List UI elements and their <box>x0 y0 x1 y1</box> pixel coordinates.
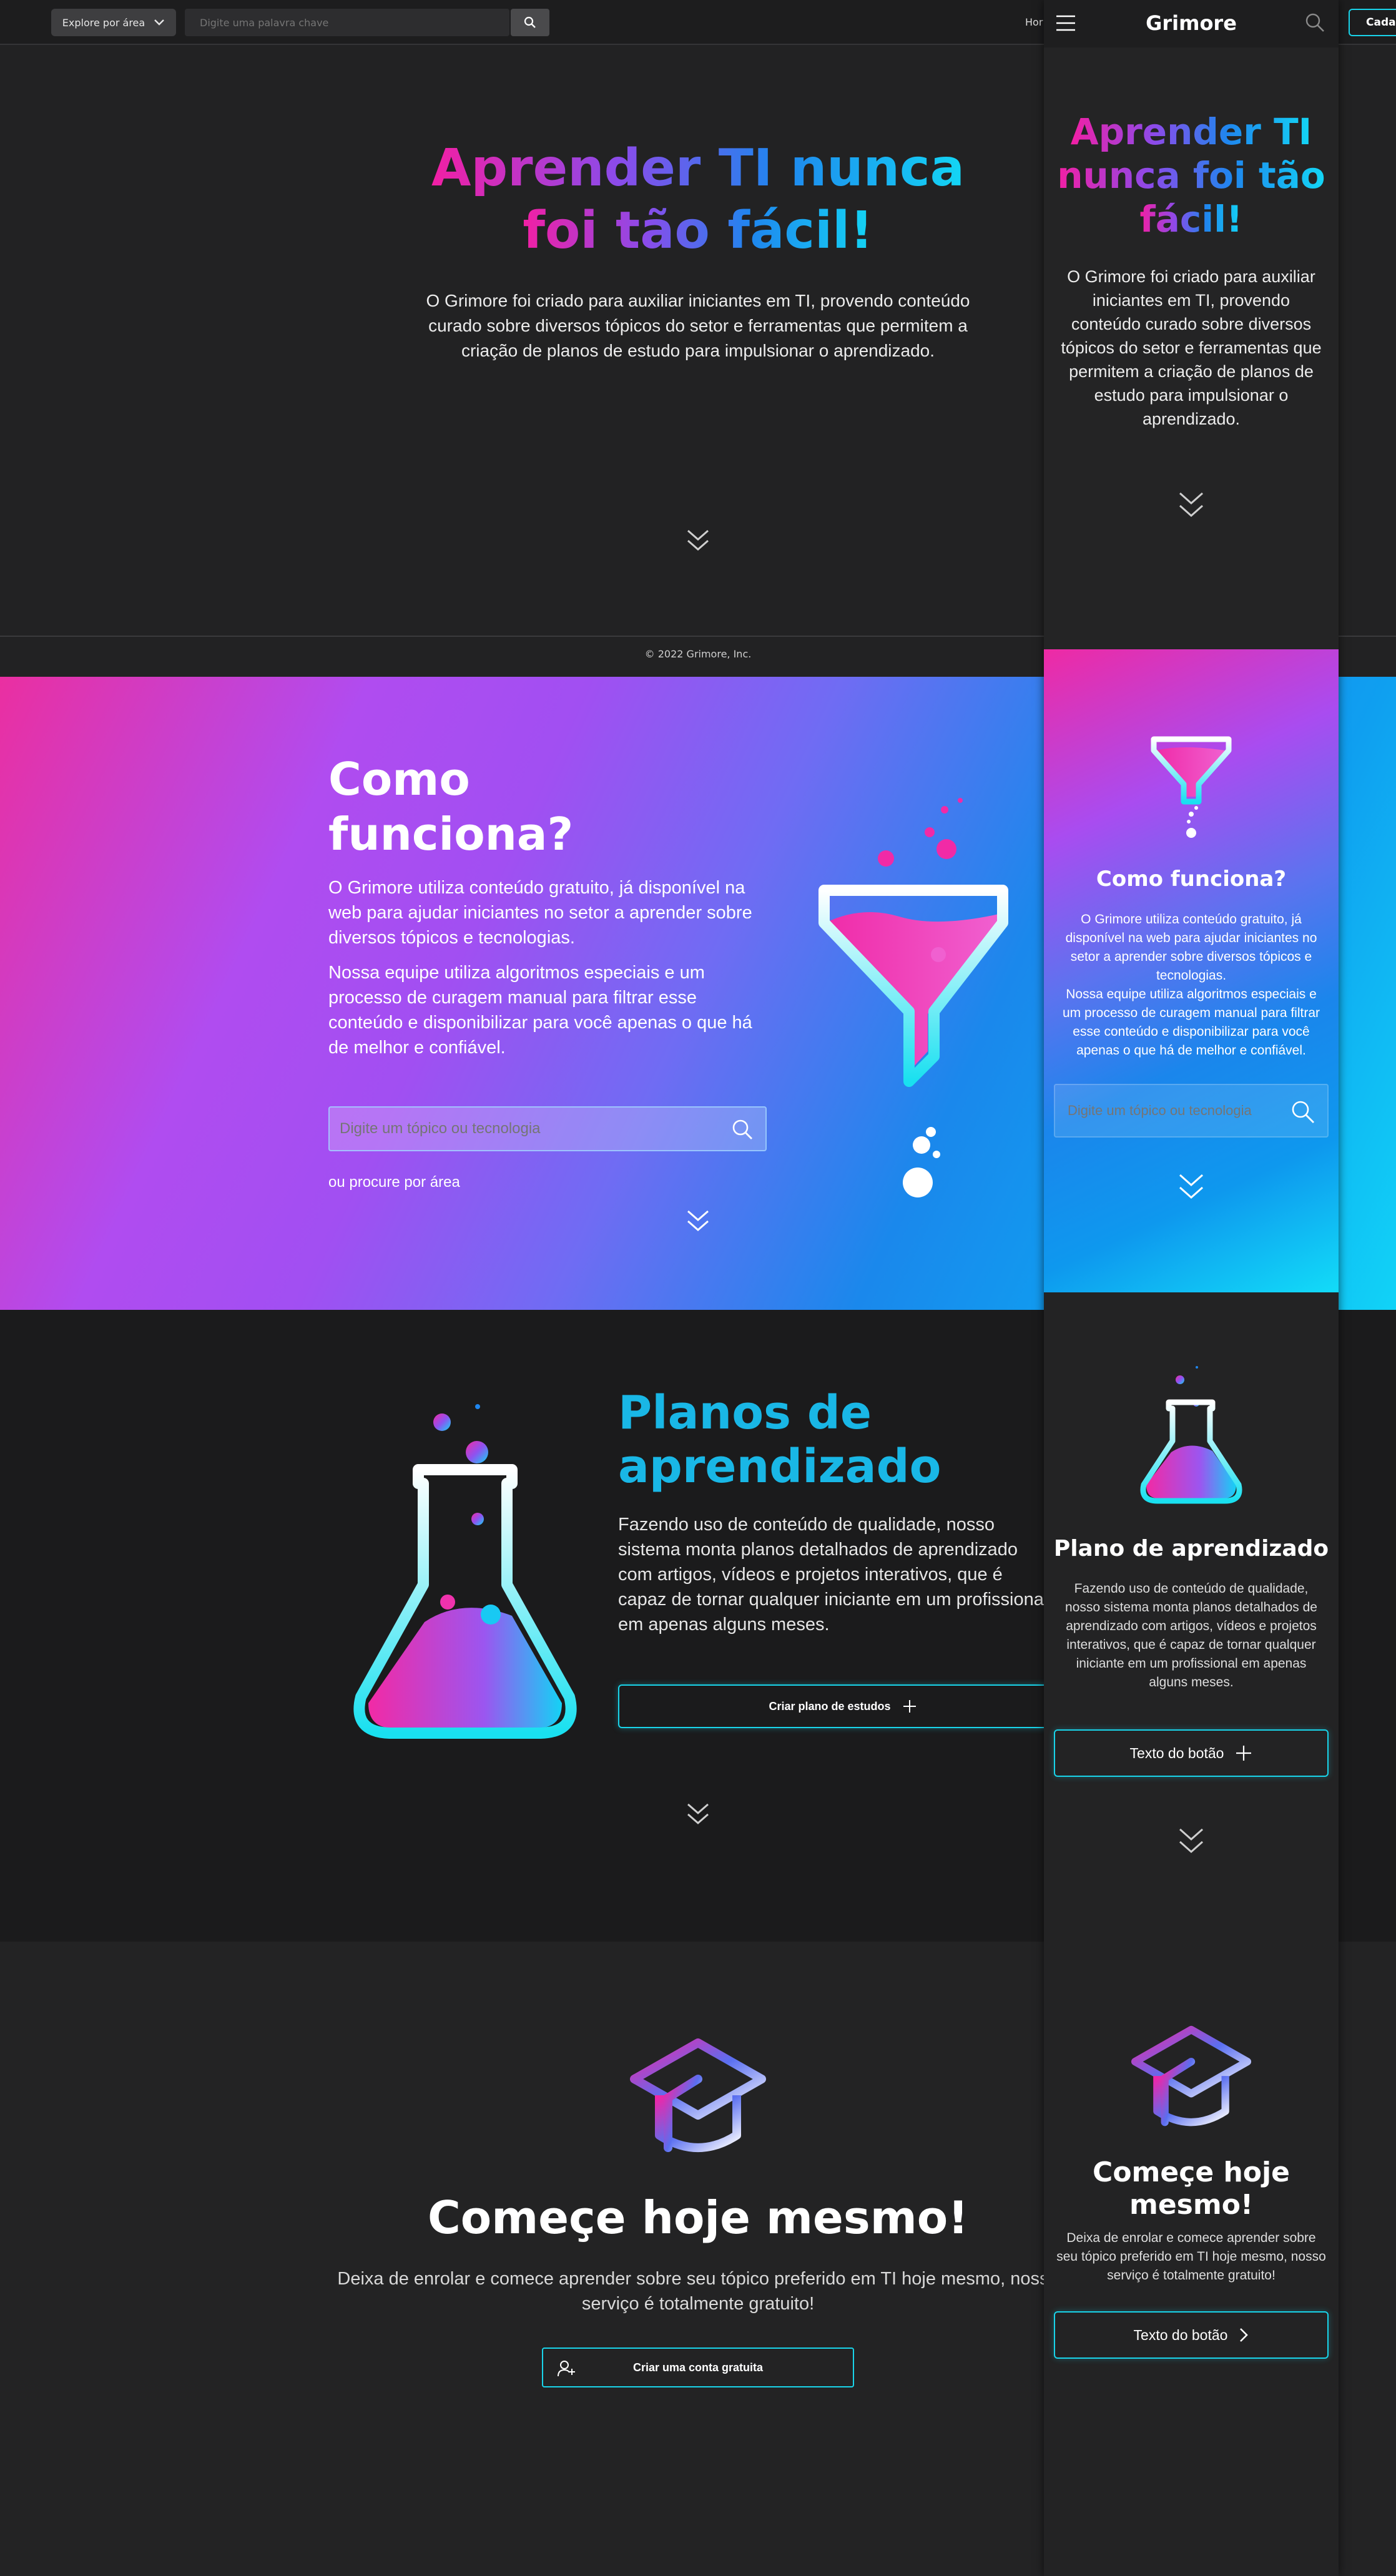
mobile-logo[interactable]: Grimore <box>1044 11 1339 35</box>
mobile-hero-title: Aprender TI nunca foi tão fácil! <box>1044 110 1339 241</box>
mobile-plans-title: Plano de aprendizado <box>1053 1536 1329 1561</box>
mobile-start-text: Deixa de enrolar e comece aprender sobre… <box>1056 2231 1326 2283</box>
add-user-icon <box>558 2361 575 2377</box>
mobile-hero-title-line2: nunca foi tão <box>1057 154 1325 197</box>
funnel-icon <box>1151 736 1232 838</box>
funnel-icon <box>818 798 1008 1197</box>
explore-label: Explore por área <box>62 16 145 29</box>
flask-icon <box>353 1404 577 1739</box>
create-study-plan-button[interactable]: Criar plano de estudos <box>618 1684 1068 1728</box>
signup-button[interactable]: Cada <box>1349 9 1396 36</box>
mobile-how-section: Como funciona? O Grimore utiliza conteúd… <box>1044 649 1339 1292</box>
search-icon <box>524 16 536 28</box>
mobile-start-button[interactable]: Texto do botão <box>1054 2311 1329 2359</box>
search-icon[interactable] <box>1304 11 1326 34</box>
chevron-down-icon <box>154 19 165 26</box>
double-chevron-down-icon[interactable] <box>683 524 713 554</box>
mobile-start-title-text: Começe hoje mesmo! <box>1093 2156 1290 2221</box>
keyword-search-input[interactable] <box>185 9 509 36</box>
mobile-start-title: Começe hoje mesmo! <box>1044 2156 1339 2221</box>
start-text: Deixa de enrolar e comece aprender sobre… <box>337 2269 1059 2314</box>
mobile-header: Grimore <box>1044 0 1339 47</box>
plus-icon <box>903 1700 916 1713</box>
mobile-plans-text: Fazendo uso de conteúdo de qualidade, no… <box>1065 1581 1317 1689</box>
search-icon[interactable] <box>730 1118 754 1141</box>
topic-search[interactable] <box>328 1106 767 1151</box>
mobile-topic-search-input[interactable] <box>1055 1085 1327 1136</box>
hero-title-line1: Aprender TI nunca <box>431 139 965 198</box>
signup-label: Cada <box>1366 16 1396 29</box>
how-paragraph-2: Nossa equipe utiliza algoritmos especiai… <box>328 963 752 1058</box>
double-chevron-down-icon[interactable] <box>683 1798 713 1828</box>
search-by-area-link[interactable]: ou procure por área <box>328 1174 460 1191</box>
double-chevron-down-icon[interactable] <box>1176 488 1206 521</box>
how-title-text: Como funciona? <box>328 753 574 860</box>
topic-search-input[interactable] <box>330 1108 765 1150</box>
graduation-cap-icon <box>1131 2025 1252 2126</box>
mobile-preview: Grimore Aprender TI nunca foi tão fácil!… <box>1044 0 1339 2576</box>
hero-title-line2: foi tão fácil! <box>523 201 873 260</box>
mobile-plans-section: Plano de aprendizado Fazendo uso de cont… <box>1044 1292 1339 1938</box>
search-button[interactable] <box>511 9 549 36</box>
graduation-cap-icon <box>630 2038 766 2152</box>
mobile-plans-button-label: Texto do botão <box>1129 1744 1224 1761</box>
how-paragraph-1: O Grimore utiliza conteúdo gratuito, já … <box>328 878 752 948</box>
create-free-account-button[interactable]: Criar uma conta gratuita <box>542 2347 854 2387</box>
double-chevron-down-icon[interactable] <box>1176 1824 1206 1857</box>
plus-icon <box>1236 1746 1252 1761</box>
mobile-how-paragraph-1: O Grimore utiliza conteúdo gratuito, já … <box>1065 912 1317 983</box>
mobile-how-paragraph-2: Nossa equipe utiliza algoritmos especiai… <box>1062 987 1320 1058</box>
plans-title: Planos de aprendizado <box>618 1386 968 1493</box>
mobile-hero-title-line3: fácil! <box>1139 198 1243 240</box>
create-study-plan-label: Criar plano de estudos <box>769 1699 891 1713</box>
keyword-search[interactable] <box>185 9 509 36</box>
double-chevron-down-icon[interactable] <box>683 1205 713 1235</box>
nav-home-link[interactable]: Hor <box>1025 16 1043 28</box>
search-icon[interactable] <box>1290 1099 1316 1125</box>
mobile-hero-title-line1: Aprender TI <box>1070 111 1312 153</box>
mobile-start-section: Começe hoje mesmo! Deixa de enrolar e co… <box>1044 1938 1339 2576</box>
mobile-how-title: Como funciona? <box>1096 867 1287 892</box>
double-chevron-down-icon[interactable] <box>1176 1170 1206 1202</box>
mobile-hero-subtitle: O Grimore foi criado para auxiliar inici… <box>1061 267 1322 428</box>
explore-by-area-dropdown[interactable]: Explore por área <box>51 9 176 36</box>
mobile-topic-search[interactable] <box>1054 1084 1329 1138</box>
plans-title-text: Planos de aprendizado <box>618 1386 941 1493</box>
flask-icon <box>1140 1366 1242 1504</box>
mobile-start-button-label: Texto do botão <box>1133 2326 1228 2343</box>
mobile-plans-button[interactable]: Texto do botão <box>1054 1729 1329 1777</box>
create-free-account-label: Criar uma conta gratuita <box>632 2361 764 2374</box>
how-title: Como funciona? <box>328 752 591 862</box>
hero-subtitle: O Grimore foi criado para auxiliar inici… <box>426 291 970 360</box>
plans-text: Fazendo uso de conteúdo de qualidade, no… <box>618 1515 1048 1635</box>
chevron-right-icon <box>1240 2328 1249 2342</box>
